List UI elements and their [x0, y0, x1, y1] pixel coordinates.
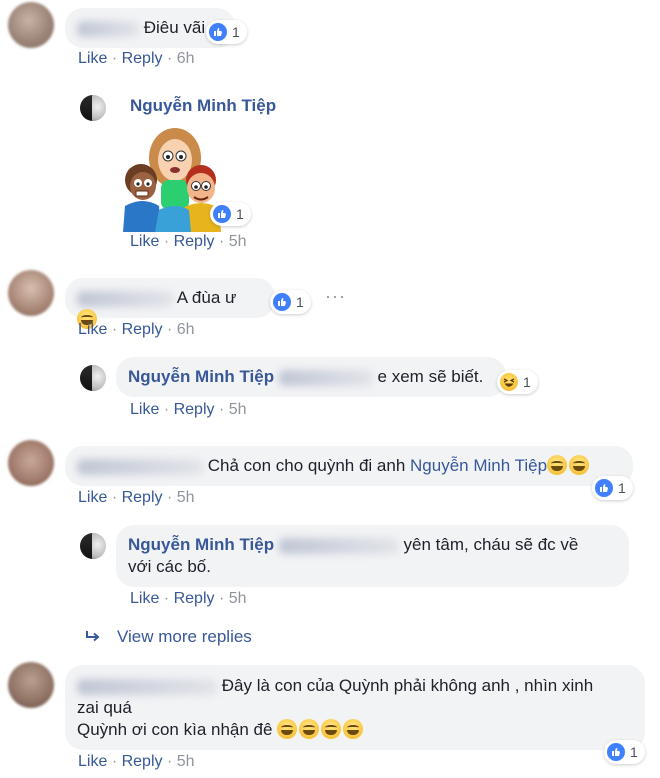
comment-bubble: Chả con cho quỳnh đi anh Nguyễn Minh Tiệ…	[65, 446, 633, 486]
reply-link[interactable]: Reply	[174, 590, 215, 607]
avatar[interactable]	[80, 533, 106, 559]
like-icon	[213, 205, 231, 223]
reaction-count[interactable]: 1	[497, 370, 538, 394]
comment-actions: Like · Reply · 5h	[130, 401, 247, 418]
comment-actions: Like · Reply · 5h	[78, 753, 195, 770]
author-name[interactable]: Nguyễn Minh Tiệp	[128, 535, 274, 554]
author-name[interactable]: Nguyễn Minh Tiệp	[130, 96, 276, 116]
like-link[interactable]: Like	[78, 753, 107, 770]
comment-text: Chả con cho quỳnh đi anh	[207, 456, 406, 475]
grin-emoji	[569, 455, 590, 475]
timestamp[interactable]: 5h	[229, 401, 247, 418]
comment-actions: Like · Reply · 5h	[130, 590, 247, 607]
blurred-author-name	[77, 678, 217, 695]
like-link[interactable]: Like	[130, 590, 159, 607]
avatar[interactable]	[8, 2, 54, 48]
timestamp[interactable]: 5h	[229, 590, 247, 607]
like-link[interactable]: Like	[78, 321, 107, 338]
reply-link[interactable]: Reply	[174, 233, 215, 250]
blurred-author-name	[77, 290, 173, 307]
like-link[interactable]: Like	[78, 50, 107, 67]
comment-bubble: A đùa ư	[65, 278, 275, 329]
blurred-mention	[278, 537, 399, 554]
grin-emoji	[343, 719, 364, 739]
like-link[interactable]: Like	[130, 233, 159, 250]
comment-text: yên tâm, cháu sẽ đc về	[403, 535, 579, 554]
avatar[interactable]	[80, 95, 106, 121]
comment-bubble: Nguyễn Minh Tiệp yên tâm, cháu sẽ đc về …	[116, 525, 629, 587]
timestamp[interactable]: 5h	[229, 233, 247, 250]
reaction-count[interactable]: 1	[206, 20, 247, 44]
grin-emoji	[321, 719, 342, 739]
reply-link[interactable]: Reply	[122, 489, 163, 506]
comment-bubble: Đây là con của Quỳnh phải không anh , nh…	[65, 665, 645, 750]
comment-bubble: Nguyễn Minh Tiệp e xem sẽ biết.	[116, 357, 506, 397]
like-icon	[607, 743, 625, 761]
grin-emoji	[547, 455, 568, 475]
grin-emoji	[299, 719, 320, 739]
reaction-count[interactable]: 1	[270, 290, 311, 314]
comment-actions: Like · Reply · 5h	[130, 233, 247, 250]
blurred-author-name	[77, 458, 203, 475]
comment-text: e xem sẽ biết.	[377, 367, 484, 386]
reaction-count[interactable]: 1	[604, 740, 645, 764]
blurred-mention	[278, 369, 373, 386]
like-icon	[209, 23, 227, 41]
comment-actions: Like · Reply · 6h	[78, 321, 195, 338]
reply-link[interactable]: Reply	[122, 753, 163, 770]
timestamp[interactable]: 5h	[177, 489, 195, 506]
avatar[interactable]	[8, 662, 54, 708]
reply-link[interactable]: Reply	[122, 321, 163, 338]
reaction-count[interactable]: 1	[592, 476, 633, 500]
like-link[interactable]: Like	[130, 401, 159, 418]
reaction-count[interactable]: 1	[210, 202, 251, 226]
mention-link[interactable]: Nguyễn Minh Tiệp	[410, 456, 547, 475]
timestamp[interactable]: 6h	[177, 321, 195, 338]
avatar[interactable]	[8, 440, 54, 486]
comment-text: zai quá	[77, 698, 132, 717]
reply-arrow-icon	[85, 629, 101, 645]
timestamp[interactable]: 6h	[177, 50, 195, 67]
comment-text: Điêu vãi	[143, 18, 206, 37]
grin-emoji	[277, 719, 298, 739]
three-kids-sticker	[115, 120, 225, 232]
more-options-icon[interactable]: ···	[325, 286, 346, 307]
timestamp[interactable]: 5h	[177, 753, 195, 770]
blurred-author-name	[77, 20, 139, 37]
like-link[interactable]: Like	[78, 489, 107, 506]
comment-text: Quỳnh ơi con kìa nhận đê	[77, 720, 273, 739]
comment-actions: Like · Reply · 5h	[78, 489, 195, 506]
avatar[interactable]	[8, 270, 54, 316]
author-name[interactable]: Nguyễn Minh Tiệp	[128, 367, 274, 386]
comment-text: A đùa ư	[176, 288, 237, 307]
avatar[interactable]	[80, 365, 106, 391]
haha-icon	[500, 373, 518, 391]
comment-text: với các bố.	[128, 557, 211, 576]
comment-actions: Like · Reply · 6h	[78, 50, 195, 67]
view-more-replies[interactable]: View more replies	[85, 627, 252, 647]
comment-text: Đây là con của Quỳnh phải không anh , nh…	[221, 676, 594, 695]
reply-link[interactable]: Reply	[122, 50, 163, 67]
like-icon	[273, 293, 291, 311]
like-icon	[595, 479, 613, 497]
reply-link[interactable]: Reply	[174, 401, 215, 418]
